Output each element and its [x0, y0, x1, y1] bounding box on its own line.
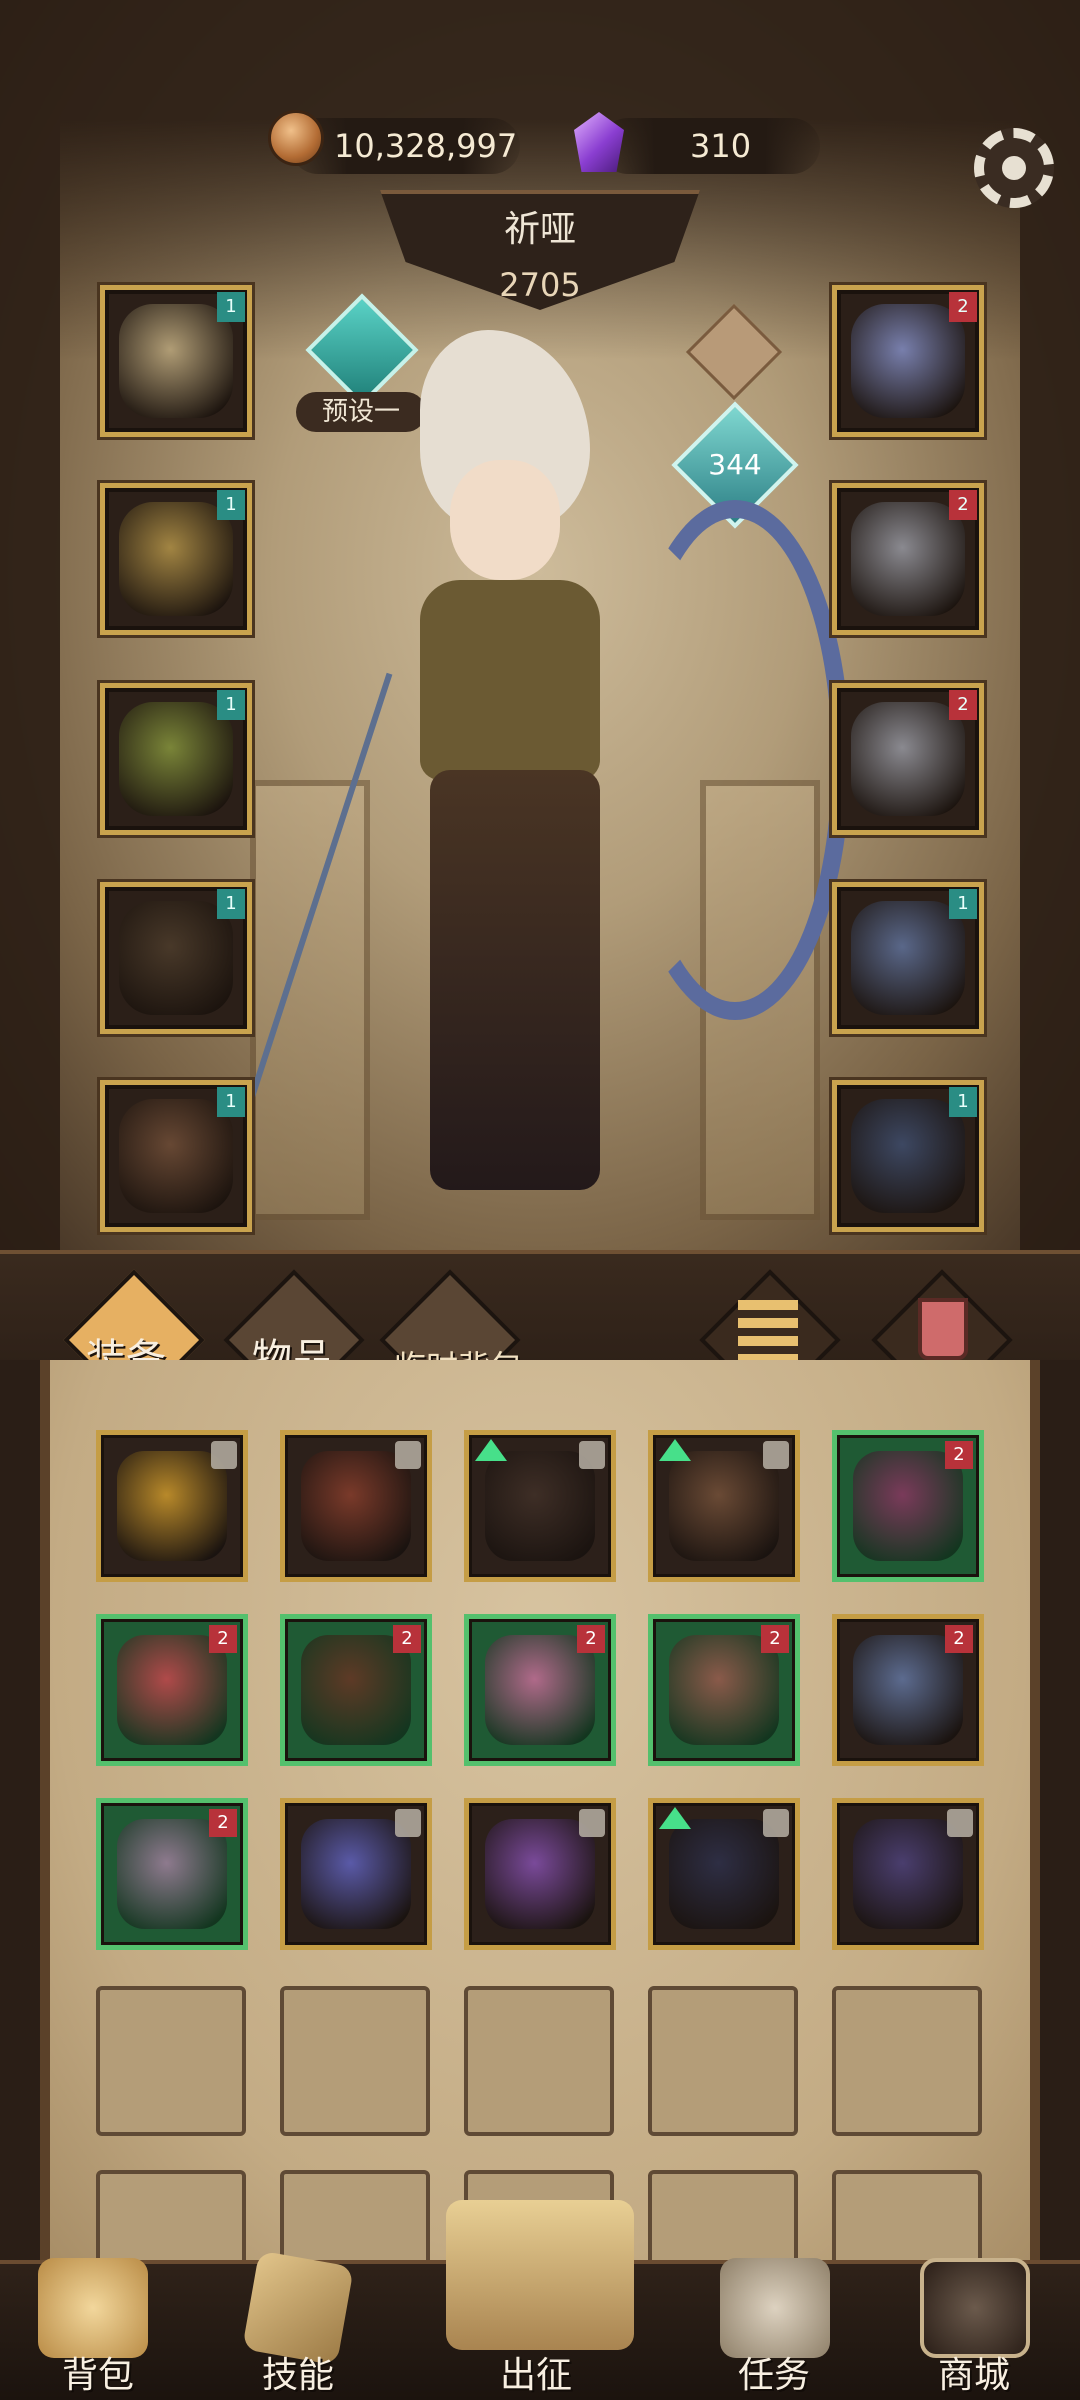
- equip-slot-gloves[interactable]: 1: [100, 683, 252, 835]
- settings-gear-icon[interactable]: [974, 128, 1054, 208]
- equip-slot-boots[interactable]: 1: [100, 1080, 252, 1232]
- skull-boots-icon: [119, 1099, 233, 1213]
- spiked-quiver-icon: [851, 1099, 965, 1213]
- red-longbow-icon: [301, 1451, 411, 1561]
- leaf-gauntlet-icon: [119, 702, 233, 816]
- leather-boots-icon: [669, 1451, 779, 1561]
- lock-icon: [947, 1809, 973, 1837]
- inventory-item-slot[interactable]: [280, 1798, 432, 1950]
- equip-slot-offhand[interactable]: 1: [832, 1080, 984, 1232]
- gold-amount: 10,328,997: [334, 127, 518, 165]
- nav-expedition[interactable]: 出征: [500, 2346, 572, 2398]
- tier-tag: 1: [949, 1087, 977, 1117]
- tier-tag: 1: [217, 292, 245, 322]
- gold-star-amulet-icon: [117, 1451, 227, 1561]
- inventory-item-slot[interactable]: 2: [648, 1614, 800, 1766]
- nav-bag[interactable]: 背包: [62, 2346, 134, 2398]
- silver-ring-1-icon: [851, 502, 965, 616]
- upgrade-arrow-icon: [659, 1807, 691, 1829]
- wing-headpiece-icon: [119, 304, 233, 418]
- lock-icon: [211, 1441, 237, 1469]
- inventory-item-slot[interactable]: 2: [280, 1614, 432, 1766]
- rank-badge: 2: [209, 1809, 237, 1837]
- hero-name: 祈哑: [503, 209, 576, 250]
- rank-badge: 2: [945, 1625, 973, 1653]
- hero-bow-art: [620, 500, 850, 1020]
- inventory-item-slot[interactable]: 2: [464, 1614, 616, 1766]
- violet-thorn-bracer-icon: [485, 1819, 595, 1929]
- silver-ring-2-icon: [851, 702, 965, 816]
- inventory-item-slot[interactable]: 2: [832, 1430, 984, 1582]
- rank-badge: 2: [577, 1625, 605, 1653]
- nav-shop[interactable]: 商城: [938, 2346, 1010, 2398]
- empty-slot[interactable]: [464, 1986, 614, 2136]
- background-banner: [250, 780, 370, 1220]
- shadow-cloak-icon: [669, 1819, 779, 1929]
- sort-icon[interactable]: [738, 1300, 798, 1360]
- nav-quests[interactable]: 任务: [738, 2346, 810, 2398]
- inventory-item-slot[interactable]: 2: [96, 1614, 248, 1766]
- inventory-item-slot[interactable]: [96, 1430, 248, 1582]
- inventory-item-slot[interactable]: [280, 1430, 432, 1582]
- tier-tag: 2: [949, 292, 977, 322]
- rank-badge: 2: [209, 1625, 237, 1653]
- equip-slot-shoulder[interactable]: 1: [100, 483, 252, 635]
- lock-icon: [395, 1809, 421, 1837]
- equip-slot-pants[interactable]: 1: [100, 882, 252, 1034]
- rank-badge: 2: [945, 1441, 973, 1469]
- inventory-item-slot[interactable]: 2: [96, 1798, 248, 1950]
- nav-skills[interactable]: 技能: [262, 2346, 334, 2398]
- tier-tag: 1: [217, 490, 245, 520]
- gold-shoulder-armor-icon: [119, 502, 233, 616]
- tier-tag: 2: [949, 690, 977, 720]
- inventory-item-slot[interactable]: [832, 1798, 984, 1950]
- bag-icon[interactable]: [38, 2258, 148, 2358]
- tier-tag: 1: [949, 889, 977, 919]
- lock-icon: [763, 1809, 789, 1837]
- lock-icon: [579, 1809, 605, 1837]
- lock-icon: [395, 1441, 421, 1469]
- gold-counter: 10,328,997: [290, 118, 520, 174]
- rank-badge: 2: [761, 1625, 789, 1653]
- inventory-item-slot[interactable]: [464, 1798, 616, 1950]
- inventory-item-slot[interactable]: [648, 1798, 800, 1950]
- trash-icon[interactable]: [918, 1298, 968, 1360]
- quest-horn-icon[interactable]: [720, 2258, 830, 2358]
- inventory-item-slot[interactable]: 2: [832, 1614, 984, 1766]
- dark-belt-armor-icon: [485, 1451, 595, 1561]
- ornate-bow-icon: [851, 901, 965, 1015]
- purple-wolf-helm-icon: [853, 1819, 963, 1929]
- empty-slot[interactable]: [280, 1986, 430, 2136]
- lock-icon: [579, 1441, 605, 1469]
- gem-counter: 310: [600, 118, 820, 174]
- equip-slot-amulet[interactable]: 2: [832, 285, 984, 437]
- tier-tag: 1: [217, 1087, 245, 1117]
- equip-slot-ring-2[interactable]: 2: [832, 683, 984, 835]
- upgrade-arrow-icon: [475, 1439, 507, 1461]
- equip-slot-weapon[interactable]: 1: [832, 882, 984, 1034]
- empty-slot[interactable]: [832, 1986, 982, 2136]
- empty-slot[interactable]: [648, 1986, 798, 2136]
- tier-tag: 1: [217, 889, 245, 919]
- shop-crown-icon[interactable]: [920, 2258, 1030, 2358]
- blue-crystal-gauntlet-icon: [301, 1819, 411, 1929]
- gem-amount: 310: [690, 127, 752, 165]
- upgrade-arrow-icon: [659, 1439, 691, 1461]
- equip-slot-helmet[interactable]: 1: [100, 285, 252, 437]
- gold-coin-icon: [268, 110, 324, 166]
- empty-slot[interactable]: [96, 1986, 246, 2136]
- equip-slot-ring-1[interactable]: 2: [832, 483, 984, 635]
- inventory-item-slot[interactable]: [648, 1430, 800, 1582]
- crystal-amulet-icon: [851, 304, 965, 418]
- inventory-item-slot[interactable]: [464, 1430, 616, 1582]
- expedition-map-icon[interactable]: [446, 2200, 634, 2350]
- lock-icon: [763, 1441, 789, 1469]
- rank-badge: 2: [393, 1625, 421, 1653]
- dark-leg-armor-icon: [119, 901, 233, 1015]
- tier-tag: 1: [217, 690, 245, 720]
- tier-tag: 2: [949, 490, 977, 520]
- hero-power: 2705: [499, 266, 581, 304]
